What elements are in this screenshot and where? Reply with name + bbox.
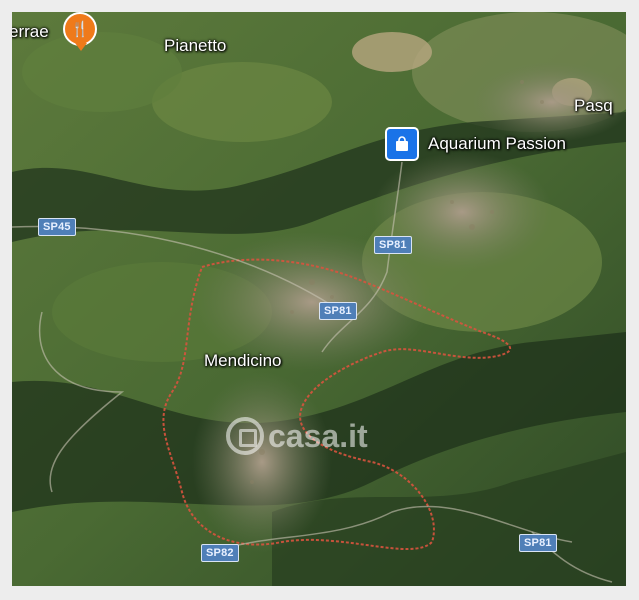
fork-knife-icon[interactable]: 🍴 xyxy=(63,12,97,51)
restaurant-glyph: 🍴 xyxy=(70,21,90,38)
place-label-pasq[interactable]: Pasq xyxy=(574,96,613,116)
bag-glyph xyxy=(396,136,408,151)
casa-watermark: casa.it xyxy=(226,417,368,455)
place-label-terrae[interactable]: errae xyxy=(12,22,49,42)
satellite-map[interactable]: 🍴 errae Pianetto Pasq Aquarium Passion M… xyxy=(12,12,626,586)
road-shield-sp81-east: SP81 xyxy=(519,534,557,552)
terrain-imagery xyxy=(12,12,626,586)
watermark-text: casa.it xyxy=(268,417,368,454)
place-label-mendicino[interactable]: Mendicino xyxy=(204,351,282,371)
road-shield-sp82: SP82 xyxy=(201,544,239,562)
place-label-aquarium[interactable]: Aquarium Passion xyxy=(428,134,566,154)
place-label-pianetto[interactable]: Pianetto xyxy=(164,36,226,56)
casa-logo-icon xyxy=(226,417,264,455)
road-shield-sp81-center: SP81 xyxy=(319,302,357,320)
road-shield-sp45: SP45 xyxy=(38,218,76,236)
shopping-bag-icon[interactable] xyxy=(385,127,419,161)
road-shield-sp81-north: SP81 xyxy=(374,236,412,254)
